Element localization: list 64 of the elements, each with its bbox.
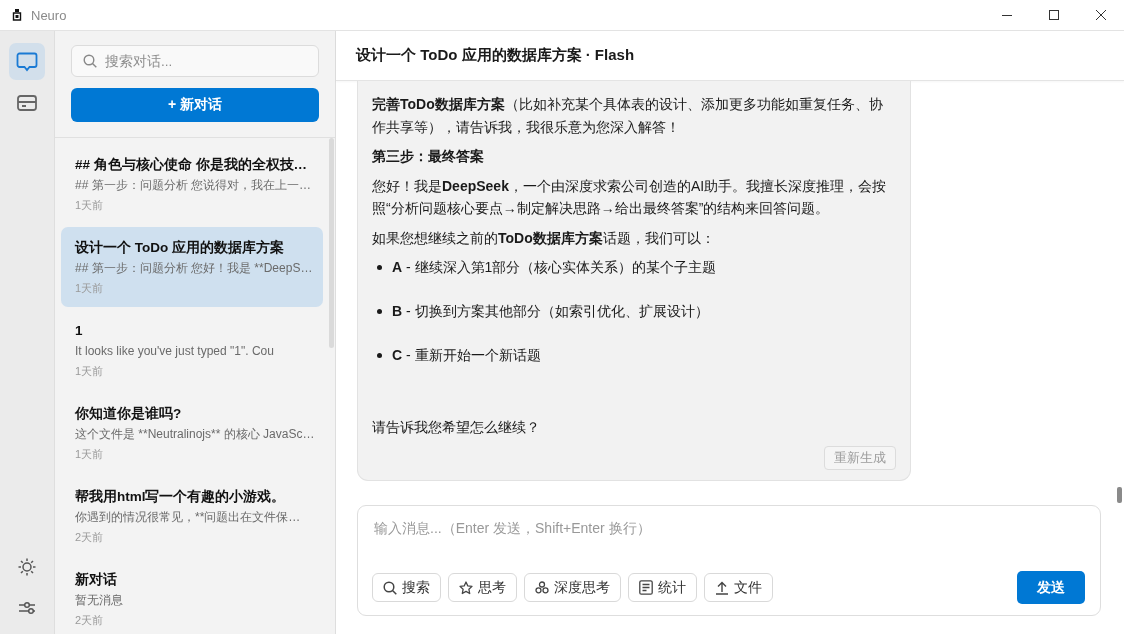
search-icon <box>383 580 397 595</box>
conversation-title: 帮我用html写一个有趣的小游戏。 <box>75 488 286 506</box>
scrollbar-thumb[interactable] <box>1117 487 1122 503</box>
tool-button[interactable]: 文件 <box>704 573 773 602</box>
nav-tab[interactable] <box>9 43 45 80</box>
list-item: B - 切换到方案其他部分（如索引优化、扩展设计） <box>392 302 709 321</box>
bullet-icon <box>377 264 382 270</box>
star-icon <box>459 580 473 595</box>
tool-button[interactable]: 深度思考 <box>524 573 621 602</box>
card-icon <box>17 94 37 111</box>
close-icon <box>1095 10 1106 20</box>
conversation-item[interactable]: ## 角色与核心使命 你是我的全权技… ## 第一步：问题分析 您说得对，我在上一… 1天前 <box>61 144 323 224</box>
conversation-preview: 暂无消息 <box>75 592 123 609</box>
upload-icon <box>715 580 729 595</box>
message-paragraph: 请告诉我您希望怎么继续？ <box>372 417 541 437</box>
sun-icon <box>18 557 36 576</box>
circles-icon <box>535 581 549 594</box>
document-icon <box>639 580 653 595</box>
conversation-item[interactable]: 新对话 暂无消息 2天前 <box>61 559 323 634</box>
scrollbar-thumb[interactable] <box>329 138 334 348</box>
send-button[interactable]: 发送 <box>1017 571 1085 604</box>
bullet-icon <box>377 308 382 314</box>
maximize-icon <box>1048 10 1059 20</box>
minimize-icon <box>1001 14 1012 16</box>
message-heading: 第三步：最终答案 <box>372 147 485 166</box>
window-title: Neuro <box>31 7 67 23</box>
sliders-icon <box>18 600 36 615</box>
bullet-icon <box>377 352 382 358</box>
conversation-item[interactable]: 你知道你是谁吗? 这个文件是 **Neutralinojs** 的核心 JavaSc… 1天前 <box>61 393 323 473</box>
conversation-preview: ## 第一步：问题分析 您好！我是 **DeepS… <box>75 260 313 277</box>
conversation-time: 1天前 <box>75 447 104 462</box>
search-field[interactable]: 搜索对话... <box>71 45 319 77</box>
conversation-time: 1天前 <box>75 198 104 213</box>
conversation-title: 你知道你是谁吗? <box>75 405 182 423</box>
conversation-item[interactable]: 帮我用html写一个有趣的小游戏。 你遇到的情况很常见，**问题出在文件保… 2天前 <box>61 476 323 556</box>
conversation-title: 新对话 <box>75 571 117 589</box>
list-item: C - 重新开始一个新话题 <box>392 346 541 365</box>
conversation-preview: 这个文件是 **Neutralinojs** 的核心 JavaSc… <box>75 426 315 443</box>
message-input[interactable]: 输入消息...（Enter 发送，Shift+Enter 换行） <box>372 518 1085 548</box>
chat-title: 设计一个 ToDo 应用的数据库方案 · Flash <box>356 46 635 65</box>
conversation-time: 2天前 <box>75 613 104 628</box>
conversation-title: 设计一个 ToDo 应用的数据库方案 <box>75 239 284 257</box>
new-chat-button[interactable]: + 新对话 <box>71 88 319 122</box>
conversation-time: 2天前 <box>75 530 104 545</box>
app-logo-icon <box>12 9 22 21</box>
message-paragraph: 您好！我是DeepSeek，一个由深度求索公司创造的AI助手。我擅长深度推理，会按照“分析问题核心要点→制定解决思路→给出最终答案”的结构来回答问题。 <box>372 176 888 218</box>
conversation-title: 1 <box>75 322 83 340</box>
conversation-preview: ## 第一步：问题分析 您说得对，我在上一… <box>75 177 311 194</box>
conversation-item[interactable]: 1 It looks like you've just typed "1". Cou 1天前 <box>61 310 323 390</box>
conversation-preview: It looks like you've just typed "1". Cou <box>75 343 274 360</box>
message-paragraph: 完善ToDo数据库方案（比如补充某个具体表的设计、添加更多功能如重复任务、协作共享等），请告诉我，我很乐意为您深入解答！ <box>372 95 884 137</box>
conversation-time: 1天前 <box>75 364 104 379</box>
message-composer[interactable]: 输入消息...（Enter 发送，Shift+Enter 换行） 搜索 思考 深度思考 统计 文件 发送 <box>357 505 1101 616</box>
tool-button[interactable]: 统计 <box>628 573 697 602</box>
conversation-title: ## 角色与核心使命 你是我的全权技… <box>75 156 308 174</box>
list-item: A - 继续深入第1部分（核心实体关系）的某个子主题 <box>392 258 717 277</box>
conversation-preview: 你遇到的情况很常见，**问题出在文件保… <box>75 509 301 526</box>
conversation-item[interactable]: 设计一个 ToDo 应用的数据库方案 ## 第一步：问题分析 您好！我是 **DeepS… 1天前 <box>61 227 323 307</box>
tool-button[interactable]: 思考 <box>448 573 517 602</box>
search-icon <box>83 54 97 68</box>
tool-button[interactable]: 搜索 <box>372 573 441 602</box>
conversation-time: 1天前 <box>75 281 104 296</box>
message-paragraph: 如果您想继续之前的ToDo数据库方案话题，我们可以： <box>372 228 716 248</box>
chat-bubble-icon <box>16 51 38 72</box>
